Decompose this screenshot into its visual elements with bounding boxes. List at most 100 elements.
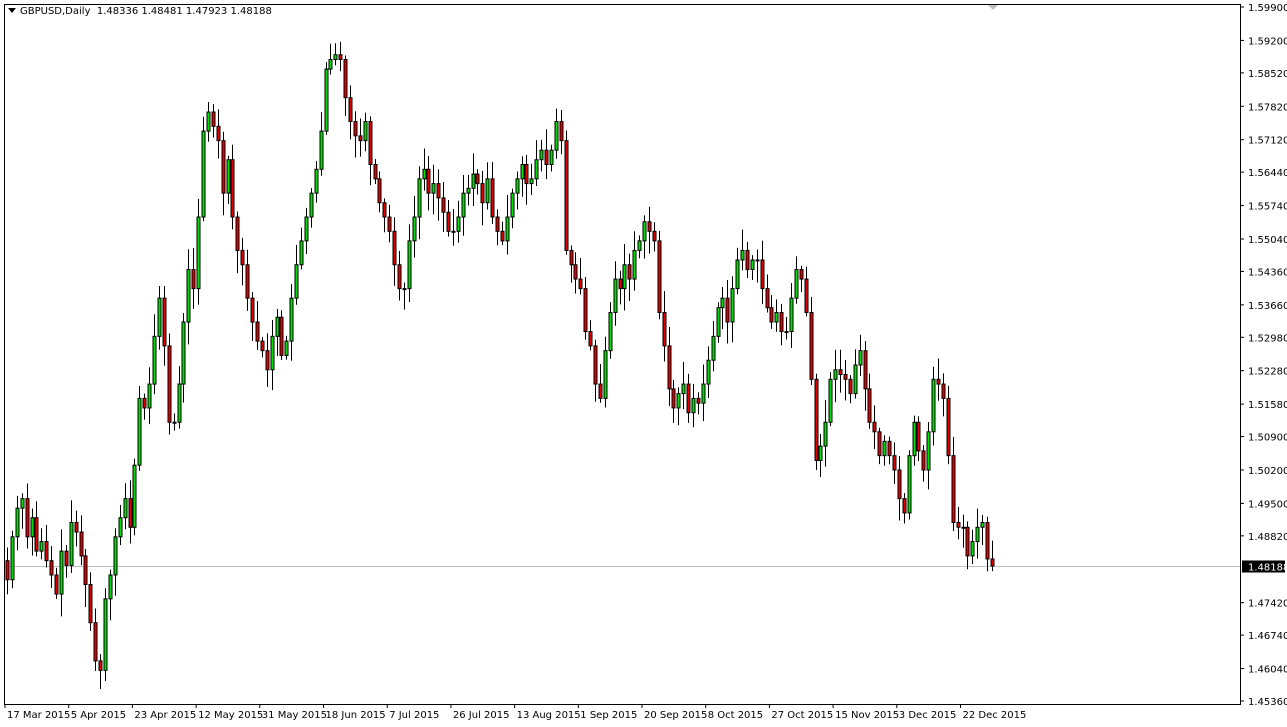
bear-candle-body: [280, 317, 283, 355]
bull-candle-body: [927, 432, 930, 470]
bull-candle-body: [829, 379, 832, 422]
price-chart[interactable]: 1.599001.592001.585201.578201.571201.564…: [0, 0, 1287, 727]
bull-candle-body: [457, 217, 460, 231]
bull-candle-body: [364, 122, 367, 141]
bear-candle-body: [388, 217, 391, 231]
bull-candle-body: [178, 384, 181, 422]
price-tick-label: 1.55040: [1248, 235, 1287, 246]
bull-candle-body: [555, 122, 558, 151]
bear-candle-body: [80, 532, 83, 556]
bear-candle-body: [599, 384, 602, 398]
bear-candle-body: [168, 346, 171, 422]
bear-candle-body: [374, 165, 377, 179]
bear-candle-body: [378, 179, 381, 203]
bull-candle-body: [315, 169, 318, 193]
price-tick-label: 1.54360: [1248, 267, 1287, 278]
bear-candle-body: [780, 312, 783, 331]
bear-candle-body: [393, 231, 396, 264]
bull-candle-body: [751, 260, 754, 270]
price-tick-label: 1.58520: [1248, 69, 1287, 80]
bull-candle-body: [859, 351, 862, 365]
bear-candle-body: [251, 298, 254, 322]
current-price-label: 1.48188: [1248, 563, 1287, 574]
bull-candle-body: [854, 365, 857, 394]
bear-candle-body: [903, 499, 906, 513]
bear-candle-body: [761, 260, 764, 289]
bull-candle-body: [486, 179, 489, 203]
bull-candle-body: [682, 384, 685, 394]
bear-candle-body: [952, 456, 955, 523]
bull-candle-body: [173, 422, 176, 423]
price-axis[interactable]: 1.599001.592001.585201.578201.571201.564…: [1240, 3, 1287, 708]
bull-candle-body: [795, 270, 798, 299]
bull-candle-body: [731, 289, 734, 322]
bear-candle-body: [266, 351, 269, 370]
bear-candle-body: [545, 150, 548, 164]
bull-candle-body: [310, 193, 313, 217]
bull-candle-body: [285, 341, 288, 355]
bear-candle-body: [359, 136, 362, 141]
bear-candle-body: [94, 623, 97, 661]
bull-candle-body: [148, 384, 151, 408]
price-tick-label: 1.48820: [1248, 532, 1287, 543]
bear-candle-body: [589, 332, 592, 346]
bear-candle-body: [937, 379, 940, 384]
bull-candle-body: [834, 370, 837, 380]
bear-candle-body: [766, 289, 769, 308]
bull-candle-body: [21, 499, 24, 509]
bull-candle-body: [785, 332, 788, 333]
bull-candle-body: [962, 527, 965, 528]
price-tick-label: 1.45360: [1248, 697, 1287, 708]
price-tick-label: 1.46740: [1248, 631, 1287, 642]
bear-candle-body: [55, 575, 58, 594]
time-axis[interactable]: 17 Mar 20155 Apr 201523 Apr 201512 May 2…: [5, 704, 1026, 721]
bear-candle-body: [663, 312, 666, 345]
bull-candle-body: [721, 298, 724, 308]
bull-candle-body: [677, 394, 680, 408]
bull-candle-body: [511, 193, 514, 217]
date-tick-label: 5 Apr 2015: [71, 710, 126, 721]
bull-candle-body: [320, 131, 323, 169]
bull-candle-body: [741, 250, 744, 260]
bear-candle-body: [496, 217, 499, 231]
bear-candle-body: [212, 112, 215, 126]
bear-candle-body: [354, 122, 357, 136]
bear-candle-body: [143, 398, 146, 408]
bull-candle-body: [775, 312, 778, 322]
price-tick-label: 1.57820: [1248, 102, 1287, 113]
price-tick-label: 1.53660: [1248, 301, 1287, 312]
date-tick-label: 18 Jun 2015: [326, 710, 386, 721]
bear-candle-body: [942, 384, 945, 398]
bull-candle-body: [633, 250, 636, 279]
bull-candle-body: [971, 542, 974, 556]
bull-candle-body: [182, 322, 185, 384]
bear-candle-body: [868, 389, 871, 422]
date-tick-label: 7 Jul 2015: [389, 710, 439, 721]
bull-candle-body: [305, 217, 308, 241]
bull-candle-body: [535, 160, 538, 179]
bull-candle-body: [530, 179, 533, 184]
bull-candle-body: [114, 537, 117, 575]
bear-candle-body: [770, 308, 773, 322]
bull-candle-body: [883, 441, 886, 455]
bear-candle-body: [672, 389, 675, 408]
bull-candle-body: [300, 241, 303, 265]
bull-candle-body: [692, 398, 695, 412]
bear-candle-body: [839, 370, 842, 375]
bear-candle-body: [810, 312, 813, 379]
bear-candle-body: [560, 122, 563, 141]
bear-candle-body: [922, 451, 925, 470]
bear-candle-body: [815, 379, 818, 460]
date-tick-label: 12 May 2015: [198, 710, 263, 721]
bear-candle-body: [383, 203, 386, 217]
bull-candle-body: [736, 260, 739, 289]
dropdown-triangle-icon[interactable]: [8, 8, 16, 13]
bear-candle-body: [697, 398, 700, 403]
date-tick-label: 17 Mar 2015: [7, 710, 70, 721]
ohlc-values: 1.48336 1.48481 1.47923 1.48188: [97, 6, 272, 17]
bull-candle-body: [452, 231, 455, 232]
bull-candle-body: [824, 422, 827, 446]
bull-candle-body: [472, 174, 475, 188]
bear-candle-body: [917, 422, 920, 451]
bear-candle-body: [893, 456, 896, 470]
